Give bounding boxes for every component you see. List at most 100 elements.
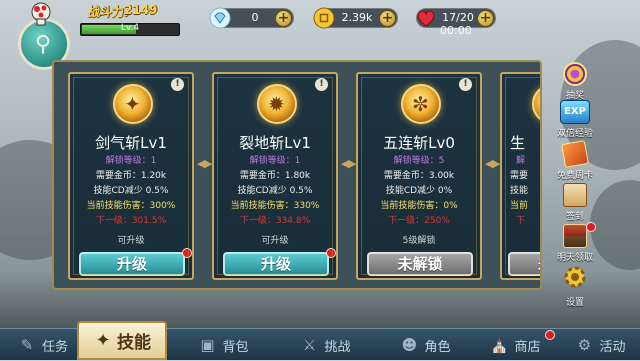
- skill-name: 五连斩Lv0: [383, 134, 455, 152]
- gold-counter: 2.39k +: [313, 7, 398, 29]
- background-tree: [590, 180, 640, 270]
- nav-skill-label: 技能: [117, 333, 151, 353]
- side-menu-label: 明天领取: [556, 253, 593, 263]
- cd-reduction: 技能: [510, 186, 529, 196]
- sword-qi-icon[interactable]: ✦: [113, 84, 153, 124]
- side-menu-double-exp[interactable]: EXP 双倍经验: [553, 100, 597, 139]
- cd-reduction: 技能CD减少 0.5%: [93, 186, 169, 196]
- side-menu-weekly-card[interactable]: 免费周卡: [553, 140, 597, 181]
- next-level-damage: 下一级：334.8%: [239, 216, 311, 226]
- side-menu-treasure[interactable]: 明天领取: [553, 222, 597, 263]
- next-level-damage: 下一级：250%: [388, 216, 450, 226]
- side-menu-settings[interactable]: 设置: [553, 265, 597, 308]
- stamina-timer: 00:00: [440, 24, 472, 37]
- sign-in-icon: [563, 183, 587, 207]
- upgrade-status: 5级解锁: [402, 236, 436, 246]
- skill-name: 裂地斩Lv1: [239, 134, 311, 152]
- gold-cost: 需要: [510, 171, 529, 181]
- nav-bag-label: 背包: [222, 339, 249, 355]
- skill-panel: ✦ ! 剑气斩Lv1 解锁等级：1 需要金币：1.20k 技能CD减少 0.5%…: [52, 60, 542, 290]
- cd-reduction: 技能CD减少 0.5%: [237, 186, 313, 196]
- level-text: Lv.4: [120, 23, 140, 33]
- add-gold-button[interactable]: +: [379, 10, 396, 27]
- gold-coin-icon: [313, 7, 335, 29]
- cd-reduction: 技能CD减少 0%: [385, 186, 453, 196]
- nav-event[interactable]: ⚙ 活动: [560, 329, 640, 361]
- combat-power-label: 战斗力:: [88, 5, 129, 19]
- nav-skill[interactable]: ✦ 技能: [77, 321, 167, 360]
- upgrade-button[interactable]: 升级: [79, 252, 185, 276]
- side-menu-label: 设置: [565, 298, 584, 308]
- skill-icon: ✦: [95, 329, 111, 351]
- skill-card: ✼ ! 五连斩Lv0 解锁等级：5 需要金币：3.00k 技能CD减少 0% 当…: [356, 72, 482, 280]
- locked-button[interactable]: 未: [508, 252, 540, 276]
- nav-task-label: 任务: [41, 339, 68, 355]
- exp-icon-text: EXP: [564, 106, 586, 117]
- locked-button[interactable]: 未解锁: [367, 252, 473, 276]
- task-icon: ✎: [20, 336, 34, 354]
- gem-value: 0: [251, 11, 259, 24]
- skill-info-icon[interactable]: !: [459, 78, 472, 91]
- weekly-card-icon: [561, 140, 589, 168]
- nav-role-label: 角色: [424, 339, 451, 355]
- nav-challenge-label: 挑战: [324, 339, 351, 355]
- unlock-level: 解锁等级：1: [105, 156, 157, 166]
- nav-role[interactable]: ☻ 角色: [385, 329, 465, 361]
- notification-dot: [326, 248, 336, 258]
- side-menu-sign-in[interactable]: 签到: [553, 183, 597, 222]
- ground-split-icon[interactable]: ✹: [257, 84, 297, 124]
- current-damage: 当前技能伤害：0%: [380, 201, 458, 211]
- side-menu-lottery[interactable]: 抽奖: [553, 62, 597, 101]
- unlock-level: 解锁等级：5: [393, 156, 445, 166]
- skill-card: ✦ ! 剑气斩Lv1 解锁等级：1 需要金币：1.20k 技能CD减少 0.5%…: [68, 72, 194, 280]
- gem-counter: 0 +: [209, 7, 294, 29]
- skill-card: ✹ ! 裂地斩Lv1 解锁等级：1 需要金币：1.80k 技能CD减少 0.5%…: [212, 72, 338, 280]
- unlock-level: 解: [516, 156, 526, 166]
- add-gems-button[interactable]: +: [275, 10, 292, 27]
- side-menu-label: 双倍经验: [556, 129, 593, 139]
- upgrade-status: 可升级: [117, 236, 145, 246]
- character-icon: ☻: [401, 336, 418, 354]
- gold-cost: 需要金币：3.00k: [383, 171, 455, 181]
- combat-power-value: 2149: [124, 3, 158, 17]
- notification-dot: [545, 330, 555, 340]
- current-damage: 当前技能伤害：300%: [86, 201, 176, 211]
- partial-skill-icon[interactable]: ✦: [532, 84, 540, 124]
- add-stamina-button[interactable]: +: [477, 10, 494, 27]
- skill-name: 生: [510, 134, 526, 152]
- skill-card: ✦ 生 解 需要 技能 当前 下 未: [500, 72, 540, 280]
- nav-challenge[interactable]: ⚔ 挑战: [285, 329, 365, 361]
- notification-dot: [182, 248, 192, 258]
- notification-dot: [586, 222, 596, 232]
- exp-icon: EXP: [560, 100, 590, 124]
- nav-shop[interactable]: ⛪ 商店: [475, 329, 555, 361]
- crossed-swords-icon: ⚔: [302, 336, 317, 354]
- side-menu-label: 免费周卡: [556, 171, 593, 181]
- heart-icon: [417, 10, 435, 27]
- stamina-value: 17/20: [442, 11, 474, 24]
- gem-icon: [209, 7, 231, 29]
- skill-info-icon[interactable]: !: [315, 78, 328, 91]
- five-slash-icon[interactable]: ✼: [401, 84, 441, 124]
- next-level-damage: 下一级：301.5%: [95, 216, 167, 226]
- unlock-level: 解锁等级：1: [249, 156, 301, 166]
- upgrade-button[interactable]: 升级: [223, 252, 329, 276]
- level-progress-bar: Lv.4: [80, 23, 180, 36]
- skill-name: 剑气斩Lv1: [95, 134, 167, 152]
- magnifier-icon: ⚲: [35, 32, 52, 57]
- current-damage: 当前: [510, 201, 529, 211]
- nav-task[interactable]: ✎ 任务: [10, 329, 75, 361]
- next-level-damage: 下: [516, 216, 526, 226]
- gold-cost: 需要金币：1.80k: [239, 171, 311, 181]
- treasure-chest-icon: [563, 224, 587, 248]
- nav-bag[interactable]: ▣ 背包: [183, 329, 263, 361]
- skill-info-icon[interactable]: !: [171, 78, 184, 91]
- nav-event-label: 活动: [599, 339, 626, 355]
- character-head-icon: [31, 2, 51, 26]
- side-menu-label: 签到: [565, 212, 584, 222]
- upgrade-status: 可升级: [261, 236, 289, 246]
- lottery-icon: [563, 62, 587, 86]
- bag-icon: ▣: [200, 336, 215, 354]
- gold-cost: 需要金币：1.20k: [95, 171, 167, 181]
- current-damage: 当前技能伤害：330%: [230, 201, 320, 211]
